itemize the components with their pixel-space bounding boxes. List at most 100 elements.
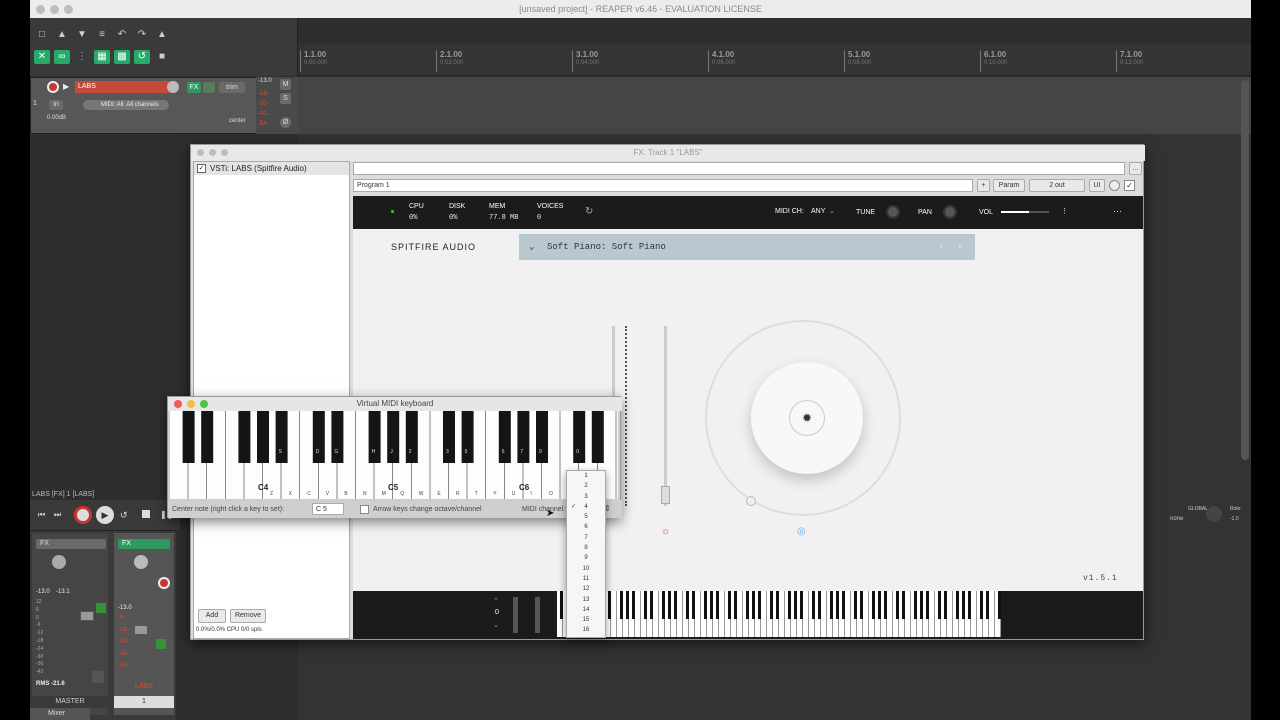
dial-handle[interactable] — [746, 496, 756, 506]
tune-knob[interactable] — [886, 205, 900, 219]
record-arm-button[interactable] — [47, 81, 59, 93]
phase-icon[interactable]: Ø — [280, 117, 291, 128]
midi-channel-option[interactable]: 12 — [567, 584, 605, 594]
repeat-icon[interactable]: ↺ — [120, 510, 128, 521]
save-icon[interactable]: ▼ — [74, 28, 90, 42]
trim-button[interactable]: trim — [219, 82, 245, 93]
octave-down-icon[interactable]: ⌄ — [493, 621, 499, 629]
fx-enable-checkbox[interactable]: ✓ — [197, 164, 206, 173]
new-file-icon[interactable]: □ — [34, 28, 50, 42]
bypass-checkbox[interactable]: ✓ — [1124, 180, 1135, 191]
vol-slider[interactable] — [1001, 211, 1049, 213]
preset-prev-icon[interactable]: ‹ — [939, 234, 944, 260]
midi-channel-option[interactable]: 3 — [567, 492, 605, 502]
solo-button[interactable]: S — [280, 93, 291, 104]
param-button[interactable]: Param — [993, 179, 1025, 192]
fx-search-field[interactable] — [353, 162, 1125, 175]
labs-fader[interactable] — [134, 625, 148, 635]
input-button[interactable]: in — [49, 100, 63, 110]
skip-start-icon[interactable]: ⏮ — [38, 510, 45, 520]
project-settings-icon[interactable]: ≡ — [94, 28, 110, 42]
track-lane[interactable] — [298, 77, 1251, 134]
fx-button[interactable]: FX — [187, 82, 201, 93]
midi-channel-option[interactable]: 2 — [567, 481, 605, 491]
midi-channel-option[interactable]: 5 — [567, 512, 605, 522]
mod-wheel[interactable] — [535, 597, 540, 633]
labs-fx-button[interactable]: FX — [118, 539, 170, 549]
output-routing-button[interactable]: 2 out — [1029, 179, 1085, 192]
midi-ch-selector[interactable]: ANY — [811, 208, 825, 215]
master-fader[interactable] — [80, 611, 94, 621]
master-pan-knob[interactable] — [52, 555, 66, 569]
main-dial-knob[interactable]: ✹ — [751, 362, 863, 474]
labs-record-arm[interactable] — [158, 577, 170, 589]
midi-channel-option[interactable]: 8 — [567, 543, 605, 553]
midi-channel-option[interactable]: 4 ✓ — [567, 502, 605, 512]
master-route-icon[interactable] — [96, 603, 106, 613]
plugin-black-keys[interactable] — [557, 591, 1001, 619]
midi-channel-option[interactable]: 1 — [567, 471, 605, 481]
midi-channel-option[interactable]: 15 — [567, 615, 605, 625]
midi-channel-option[interactable]: 11 — [567, 574, 605, 584]
chevron-down-icon[interactable]: ⌄ — [829, 207, 835, 215]
close-button[interactable] — [36, 5, 45, 14]
skip-end-icon[interactable]: ⏭ — [54, 510, 61, 520]
vmk-zoom-button[interactable] — [200, 400, 208, 408]
timeline-ruler[interactable]: 1.1.00 0:00.000 2.1.00 0:02.000 3.1.00 0:04… — [298, 44, 1251, 76]
zoom-button[interactable] — [64, 5, 73, 14]
chevron-down-icon[interactable]: ⌄ — [529, 234, 534, 260]
open-icon[interactable]: ▲ — [54, 28, 70, 42]
midi-channel-option[interactable]: 6 — [567, 522, 605, 532]
stop-button[interactable] — [142, 510, 150, 518]
snap-icon[interactable]: ▦ — [94, 50, 110, 64]
preset-add-button[interactable]: + — [977, 179, 990, 192]
speaker-icon[interactable]: ▶ — [63, 82, 69, 91]
fx-minimize-button[interactable] — [209, 149, 216, 156]
dynamics-slider[interactable] — [661, 326, 670, 506]
variation-icon[interactable]: ◎ — [797, 526, 806, 537]
refresh-icon[interactable]: ↻ — [585, 206, 593, 217]
center-note-input[interactable]: C 5 — [312, 503, 344, 515]
envelope-icon[interactable]: ▩ — [114, 50, 130, 64]
metronome-icon[interactable]: ▲ — [154, 28, 170, 42]
lock-icon[interactable]: ■ — [154, 50, 170, 64]
minimize-button[interactable] — [50, 5, 59, 14]
program-selector[interactable]: Program 1 — [353, 179, 973, 192]
undo-icon[interactable]: ↶ — [114, 28, 130, 42]
dynamics-slider-thumb[interactable] — [661, 486, 670, 504]
master-io-icon[interactable] — [92, 671, 104, 683]
midi-channel-dropdown[interactable]: 1 2 3 4 ✓ 5 6 7 8 9 10 11 12 13 14 15 16 — [566, 470, 606, 638]
reverb-icon[interactable]: ☼ — [661, 526, 670, 537]
play-button[interactable]: ▶ — [96, 506, 114, 524]
preset-browser[interactable]: ⌄ Soft Piano: Soft Piano ‹ › — [519, 234, 975, 260]
wet-knob[interactable] — [1109, 180, 1120, 191]
mute-button[interactable]: M — [280, 79, 291, 90]
fx-bypass-button[interactable] — [203, 82, 215, 93]
midi-channel-option[interactable]: 13 — [567, 595, 605, 605]
global-knob[interactable] — [1206, 506, 1222, 522]
midi-input-selector[interactable]: MIDI: All: All channels — [83, 100, 169, 110]
fx-zoom-button[interactable] — [221, 149, 228, 156]
vmk-keys[interactable]: C4 C5 C6 ZXCVBNMQWERTYUIOP SDGHJ2356790 — [170, 411, 618, 499]
octave-up-icon[interactable]: ⌃ — [493, 597, 499, 605]
pan-knob[interactable] — [943, 205, 957, 219]
vertical-scrollbar[interactable] — [1241, 80, 1249, 460]
vmk-close-button[interactable] — [174, 400, 182, 408]
fx-chain-item[interactable]: ✓ VSTi: LABS (Spitfire Audio) — [194, 162, 349, 175]
plugin-menu-button[interactable]: ··· — [1113, 206, 1122, 216]
midi-channel-option[interactable]: 9 — [567, 553, 605, 563]
master-fx-button[interactable]: FX — [36, 539, 106, 549]
midi-channel-option[interactable]: 14 — [567, 605, 605, 615]
track-name[interactable]: LABS — [75, 81, 175, 93]
midi-channel-option[interactable]: 16 — [567, 625, 605, 635]
midi-channel-option[interactable]: 10 — [567, 564, 605, 574]
record-button[interactable] — [74, 506, 92, 524]
fx-close-button[interactable] — [197, 149, 204, 156]
plugin-piano-keys[interactable] — [557, 591, 1001, 637]
fx-more-button[interactable]: ... — [1129, 162, 1142, 175]
add-fx-button[interactable]: Add — [198, 609, 226, 623]
arrow-keys-checkbox[interactable] — [360, 505, 369, 514]
ripple-edit-icon[interactable]: ✕ — [34, 50, 50, 64]
loop-icon[interactable]: ↺ — [134, 50, 150, 64]
redo-icon[interactable]: ↷ — [134, 28, 150, 42]
